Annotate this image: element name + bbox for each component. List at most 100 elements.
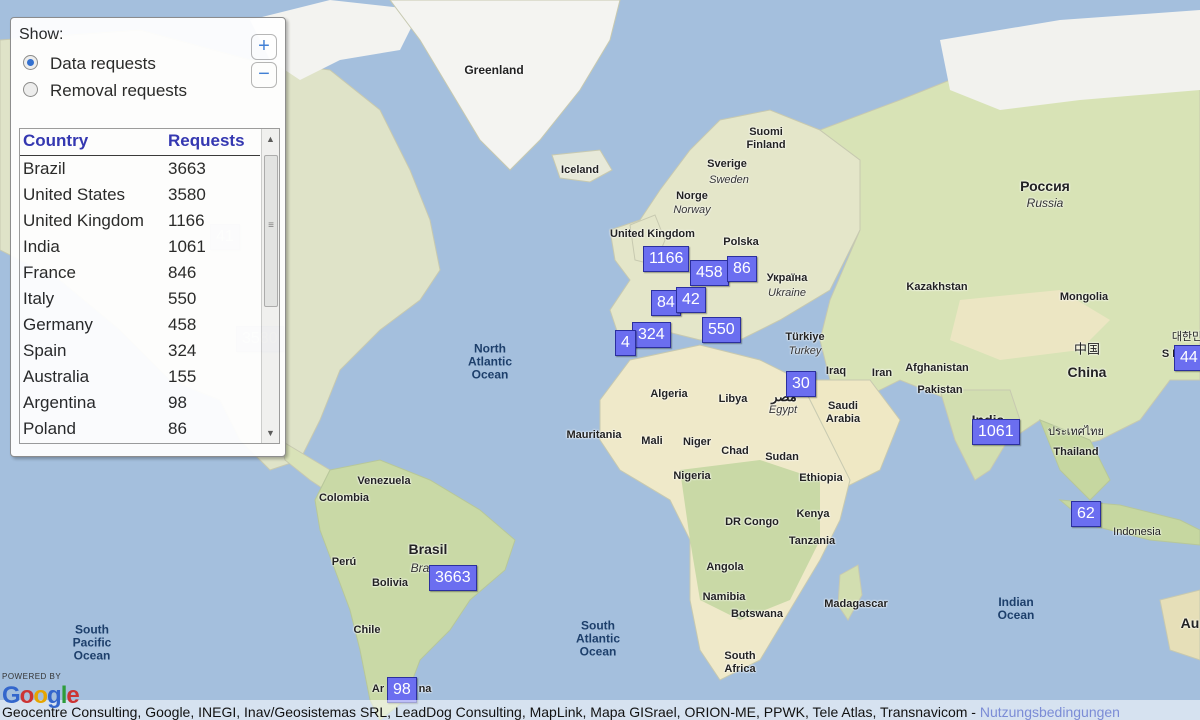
cell-requests: 3580 xyxy=(168,185,206,204)
label-saudi-arabia: Saudi Arabia xyxy=(825,400,861,425)
label-rossiya: Россия xyxy=(1020,178,1070,194)
cell-country: India xyxy=(23,237,60,256)
label-ethiopia: Ethiopia xyxy=(799,472,843,484)
table-row[interactable]: United Kingdom 1166 xyxy=(20,209,260,235)
marker-portugal[interactable]: 4 xyxy=(615,330,636,356)
scroll-up-icon[interactable]: ▲ xyxy=(262,131,279,147)
scroll-down-icon[interactable]: ▼ xyxy=(262,425,279,441)
label-iran: Iran xyxy=(871,367,893,379)
cell-country: Italy xyxy=(23,289,55,308)
scroll-grip-icon: ≡ xyxy=(268,220,274,231)
column-header-requests[interactable]: Requests xyxy=(168,131,245,151)
label-kenya: Kenya xyxy=(796,508,830,520)
zoom-out-button[interactable]: − xyxy=(251,62,277,88)
marker-switzerland[interactable]: 42 xyxy=(676,287,706,313)
label-indian-ocean: Indian Ocean xyxy=(997,595,1035,622)
label-kazakhstan: Kazakhstan xyxy=(906,281,968,293)
label-mongolia: Mongolia xyxy=(1059,291,1109,303)
control-panel: Show: Data requests Removal requests + −… xyxy=(10,17,286,457)
label-north-atlantic: North Atlantic Ocean xyxy=(467,341,513,382)
table-row[interactable]: Spain 324 xyxy=(20,339,260,365)
marker-egypt[interactable]: 30 xyxy=(786,371,816,397)
radio-selected-icon[interactable] xyxy=(23,55,38,71)
cell-country: Spain xyxy=(23,341,67,360)
label-egypt: Egypt xyxy=(768,404,798,416)
cell-country: Australia xyxy=(23,367,90,386)
marker-korea[interactable]: 44 xyxy=(1174,345,1200,371)
powered-by-label: POWERED BY xyxy=(2,672,62,681)
label-turkey: Turkey xyxy=(788,345,822,357)
radio-removal-requests[interactable]: Removal requests xyxy=(23,81,187,101)
label-korea-native: 대한민 xyxy=(1171,331,1200,343)
cell-requests: 86 xyxy=(168,419,187,438)
label-china: China xyxy=(1067,364,1107,380)
label-australia-partial: Au xyxy=(1180,615,1200,631)
table-row[interactable]: Poland 86 xyxy=(20,417,260,443)
table-row[interactable]: United States 3580 xyxy=(20,183,260,209)
label-argentina: Ar xyxy=(371,683,385,695)
label-united-kingdom: United Kingdom xyxy=(610,228,695,240)
cell-requests: 324 xyxy=(168,341,197,360)
cell-requests: 98 xyxy=(168,393,187,412)
country-table: Country Requests Brazil 3663 United State… xyxy=(19,128,280,444)
table-row[interactable]: Italy 550 xyxy=(20,287,260,313)
cell-country: Poland xyxy=(23,419,76,438)
label-south-africa: South Africa xyxy=(724,650,756,675)
label-indonesia: Indonesia xyxy=(1113,526,1161,538)
label-venezuela: Venezuela xyxy=(357,475,411,487)
table-scrollbar[interactable]: ▲ ≡ ▼ xyxy=(261,129,279,443)
label-algeria: Algeria xyxy=(650,388,688,400)
cell-requests: 3663 xyxy=(168,159,206,178)
label-madagascar: Madagascar xyxy=(824,598,888,610)
marker-spain[interactable]: 324 xyxy=(632,322,671,348)
show-label: Show: xyxy=(19,26,64,43)
label-libya: Libya xyxy=(718,393,748,405)
zoom-in-button[interactable]: + xyxy=(251,34,277,60)
label-brasil-sub: Bra xyxy=(410,561,430,575)
cell-requests: 846 xyxy=(168,263,197,282)
table-row[interactable]: Germany 458 xyxy=(20,313,260,339)
label-namibia: Namibia xyxy=(702,591,746,603)
marker-poland[interactable]: 86 xyxy=(727,256,757,282)
table-row[interactable]: France 846 xyxy=(20,261,260,287)
label-mali: Mali xyxy=(641,435,663,447)
marker-india[interactable]: 1061 xyxy=(972,419,1020,445)
table-row[interactable]: Argentina 98 xyxy=(20,391,260,417)
label-ukraina: Україна xyxy=(766,272,808,284)
scrollbar-thumb[interactable]: ≡ xyxy=(264,155,278,307)
marker-indonesia[interactable]: 62 xyxy=(1071,501,1101,527)
label-niger: Niger xyxy=(682,436,712,448)
label-nigeria: Nigeria xyxy=(673,470,711,482)
column-header-country[interactable]: Country xyxy=(23,131,88,151)
marker-italy[interactable]: 550 xyxy=(702,317,741,343)
cell-requests: 1061 xyxy=(168,237,206,256)
label-thailand-native: ประเทศไทย xyxy=(1047,426,1105,438)
label-chile: Chile xyxy=(353,624,381,636)
label-finland: Finland xyxy=(746,139,786,151)
cell-country: Argentina xyxy=(23,393,96,412)
cell-country: Germany xyxy=(23,315,93,334)
radio-data-requests[interactable]: Data requests xyxy=(23,54,156,74)
label-iraq: Iraq xyxy=(825,365,847,377)
terms-link[interactable]: Nutzungsbedingungen xyxy=(980,704,1120,720)
label-tanzania: Tanzania xyxy=(788,535,836,547)
label-pakistan: Pakistan xyxy=(917,384,963,396)
cell-requests: 458 xyxy=(168,315,197,334)
cell-country: Brazil xyxy=(23,159,66,178)
label-south-atlantic: South Atlantic Ocean xyxy=(575,618,621,659)
cell-requests: 1166 xyxy=(168,211,205,230)
label-turkiye: Türkiye xyxy=(785,331,825,343)
marker-germany[interactable]: 458 xyxy=(690,260,729,286)
table-row[interactable]: Brazil 3663 xyxy=(20,157,260,183)
table-row[interactable]: India 1061 xyxy=(20,235,260,261)
label-peru: Perú xyxy=(331,556,357,568)
label-polska: Polska xyxy=(723,236,759,248)
cell-requests: 155 xyxy=(168,367,197,386)
label-argentina-tail: na xyxy=(418,683,432,695)
label-botswana: Botswana xyxy=(731,608,783,620)
marker-brazil[interactable]: 3663 xyxy=(429,565,477,591)
marker-uk[interactable]: 1166 xyxy=(643,246,690,272)
label-russia: Russia xyxy=(1026,196,1064,210)
radio-unselected-icon[interactable] xyxy=(23,82,38,98)
table-row[interactable]: Australia 155 xyxy=(20,365,260,391)
